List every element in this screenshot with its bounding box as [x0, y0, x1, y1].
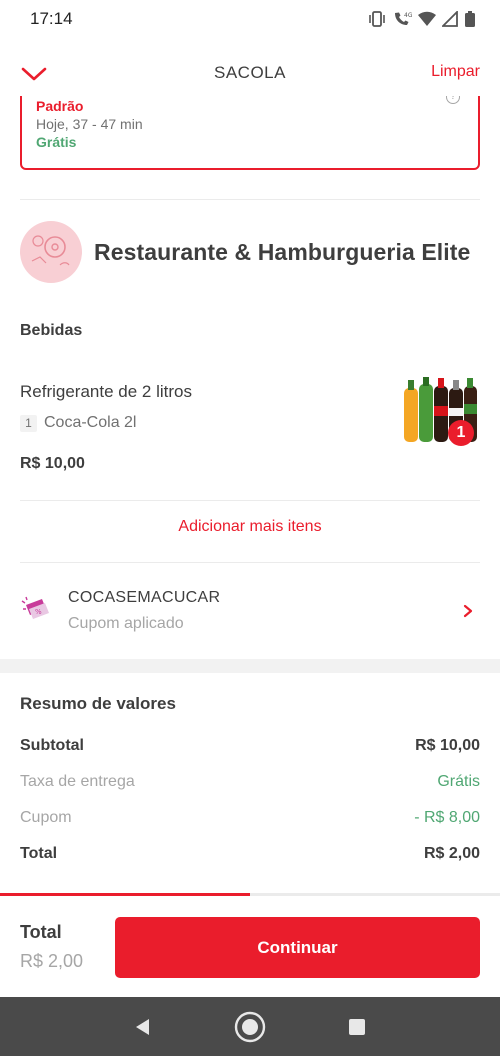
nav-back-button[interactable] — [127, 1011, 159, 1043]
summary-value: R$ 10,00 — [415, 737, 480, 754]
chevron-down-icon — [21, 67, 47, 81]
summary-row-delivery-fee: Taxa de entrega Grátis — [20, 773, 480, 791]
battery-icon — [465, 11, 475, 27]
restaurant-header[interactable]: Restaurante & Hamburgueria Elite — [20, 220, 480, 284]
coupon-row[interactable]: % COCASEMACUCAR Cupom aplicado — [20, 584, 480, 638]
item-price: R$ 10,00 — [20, 455, 85, 472]
cart-category: Bebidas — [20, 322, 83, 339]
summary-row-subtotal: Subtotal R$ 10,00 — [20, 737, 480, 755]
summary-value: R$ 2,00 — [423, 845, 480, 862]
summary-title: Resumo de valores — [20, 694, 176, 713]
coupon-status: Cupom aplicado — [68, 615, 184, 632]
section-separator — [0, 659, 500, 673]
cart-item[interactable]: Refrigerante de 2 litros 1 Coca-Cola 2l … — [20, 377, 480, 473]
divider — [20, 500, 480, 501]
svg-text:%: % — [35, 608, 42, 616]
square-recents-icon — [348, 1018, 365, 1035]
bag-content[interactable]: Padrão Hoje, 37 - 47 min Grátis ? Restau… — [0, 96, 500, 896]
close-bag-button[interactable] — [18, 60, 50, 88]
summary-row-total: Total R$ 2,00 — [20, 845, 480, 863]
footer-total-value: R$ 2,00 — [20, 951, 84, 971]
signal-icon — [442, 11, 458, 27]
delivery-option-card[interactable]: Padrão Hoje, 37 - 47 min Grátis ? — [20, 96, 480, 170]
restaurant-logo — [20, 221, 82, 283]
footer-total-label: Total — [20, 922, 62, 942]
summary-row-coupon: Cupom - R$ 8,00 — [20, 809, 480, 827]
svg-text:4G: 4G — [404, 12, 412, 19]
triangle-back-icon — [136, 1018, 150, 1035]
summary-label: Total — [20, 845, 58, 862]
summary-label: Cupom — [20, 809, 72, 826]
item-count-badge: 1 — [448, 420, 474, 446]
delivery-fee: Grátis — [36, 134, 77, 150]
item-option: Coca-Cola 2l — [44, 414, 137, 431]
coupon-ticket-icon: % — [21, 596, 49, 619]
call-4g-icon: 4G — [395, 12, 412, 25]
system-nav-bar — [0, 997, 500, 1056]
wifi-icon — [418, 11, 436, 26]
status-icons: 4G — [368, 10, 476, 28]
delivery-option-label: Padrão — [36, 98, 84, 114]
status-bar: 17:14 4G — [0, 0, 500, 38]
nav-recents-button[interactable] — [341, 1011, 373, 1043]
coupon-code: COCASEMACUCAR — [68, 589, 221, 606]
divider — [20, 199, 480, 200]
delivery-eta: Hoje, 37 - 47 min — [36, 116, 143, 132]
home-circle-icon — [234, 1011, 266, 1042]
page-title: SACOLA — [214, 63, 286, 82]
divider — [20, 562, 480, 563]
nav-home-button[interactable] — [234, 1011, 266, 1043]
restaurant-name: Restaurante & Hamburgueria Elite — [94, 239, 471, 265]
status-time: 17:14 — [30, 9, 73, 28]
summary-value: Grátis — [437, 773, 480, 790]
vibrate-icon — [369, 11, 385, 27]
checkout-bar: Total R$ 2,00 Continuar — [0, 896, 500, 997]
item-image: 1 — [400, 374, 480, 446]
item-quantity: 1 — [20, 414, 37, 432]
summary-label: Taxa de entrega — [20, 773, 135, 790]
summary-value: - R$ 8,00 — [414, 809, 480, 826]
summary-label: Subtotal — [20, 737, 84, 754]
clear-bag-button[interactable]: Limpar — [431, 63, 480, 81]
continue-button[interactable]: Continuar — [115, 917, 480, 978]
add-more-items-button[interactable]: Adicionar mais itens — [20, 518, 480, 536]
chevron-right-icon — [463, 604, 473, 618]
